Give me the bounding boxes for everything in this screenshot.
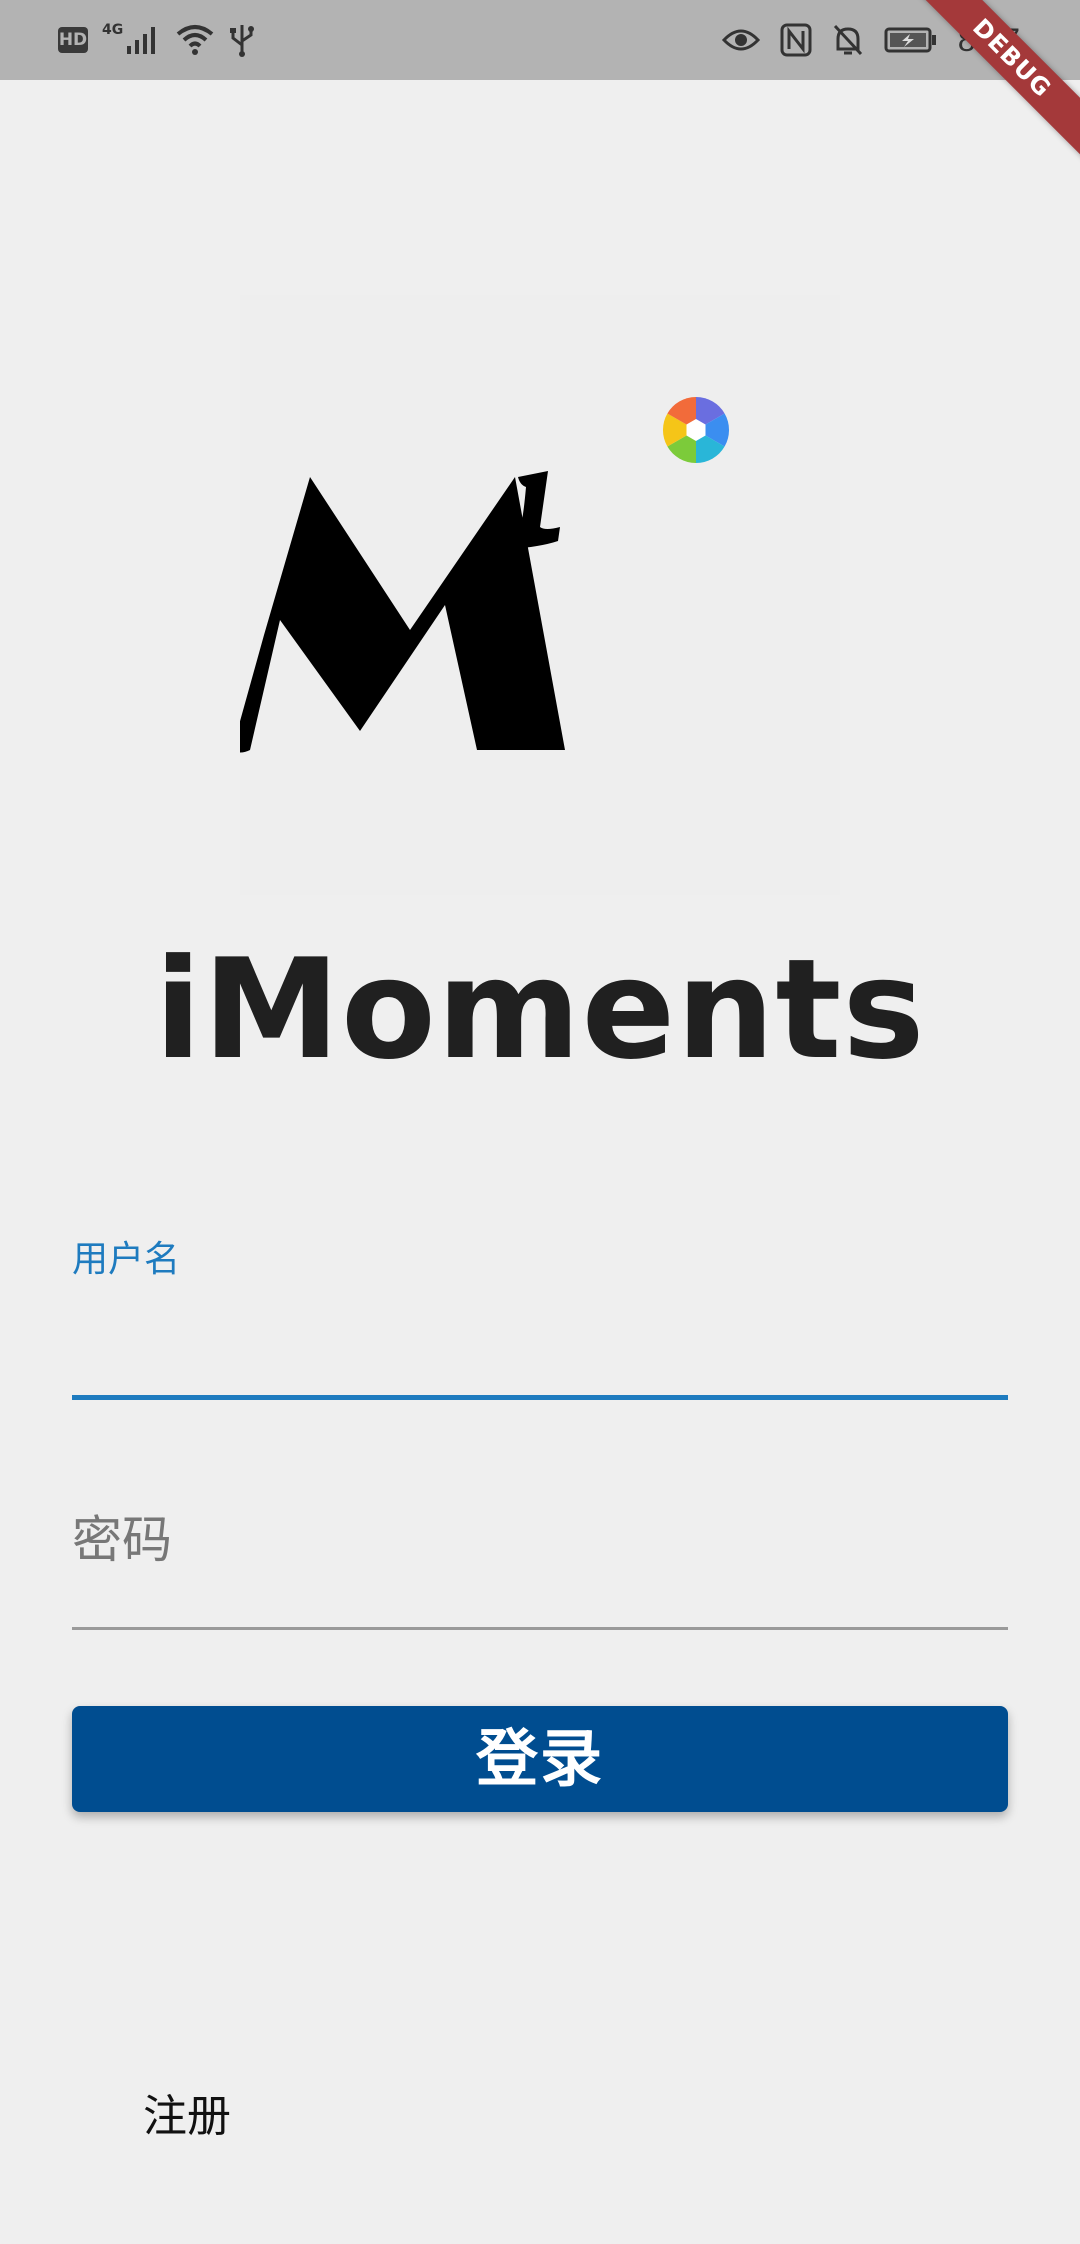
hd-icon: HD	[58, 27, 88, 53]
username-underline	[72, 1395, 1008, 1400]
app-logo	[240, 295, 840, 895]
battery-charging-icon	[884, 27, 936, 53]
eye-icon	[721, 29, 760, 51]
status-bar: HD 4G	[0, 0, 1080, 80]
wifi-icon	[176, 25, 214, 55]
network-type-label: 4G	[102, 22, 124, 38]
status-left-group: HD 4G	[58, 0, 255, 80]
camera-aperture-icon	[662, 397, 730, 463]
username-field[interactable]: 用户名	[72, 1230, 1008, 1400]
login-button[interactable]: 登录	[72, 1706, 1008, 1812]
signal-icon	[127, 27, 156, 54]
password-input[interactable]	[72, 1544, 1008, 1624]
usb-icon	[230, 25, 255, 57]
username-label: 用户名	[72, 1239, 181, 1280]
password-field[interactable]: 密码	[72, 1490, 1008, 1630]
login-screen: HD 4G DEBUG iMoments 用户名 密码 登录 注册	[0, 0, 1080, 2244]
app-title: iMoments	[154, 929, 926, 1090]
register-link[interactable]: 注册	[143, 2080, 231, 2144]
mi-logo-icon	[240, 471, 565, 753]
password-underline	[72, 1627, 1008, 1630]
username-input[interactable]	[72, 1314, 1008, 1394]
bell-off-icon	[833, 24, 862, 56]
nfc-icon	[780, 23, 812, 57]
